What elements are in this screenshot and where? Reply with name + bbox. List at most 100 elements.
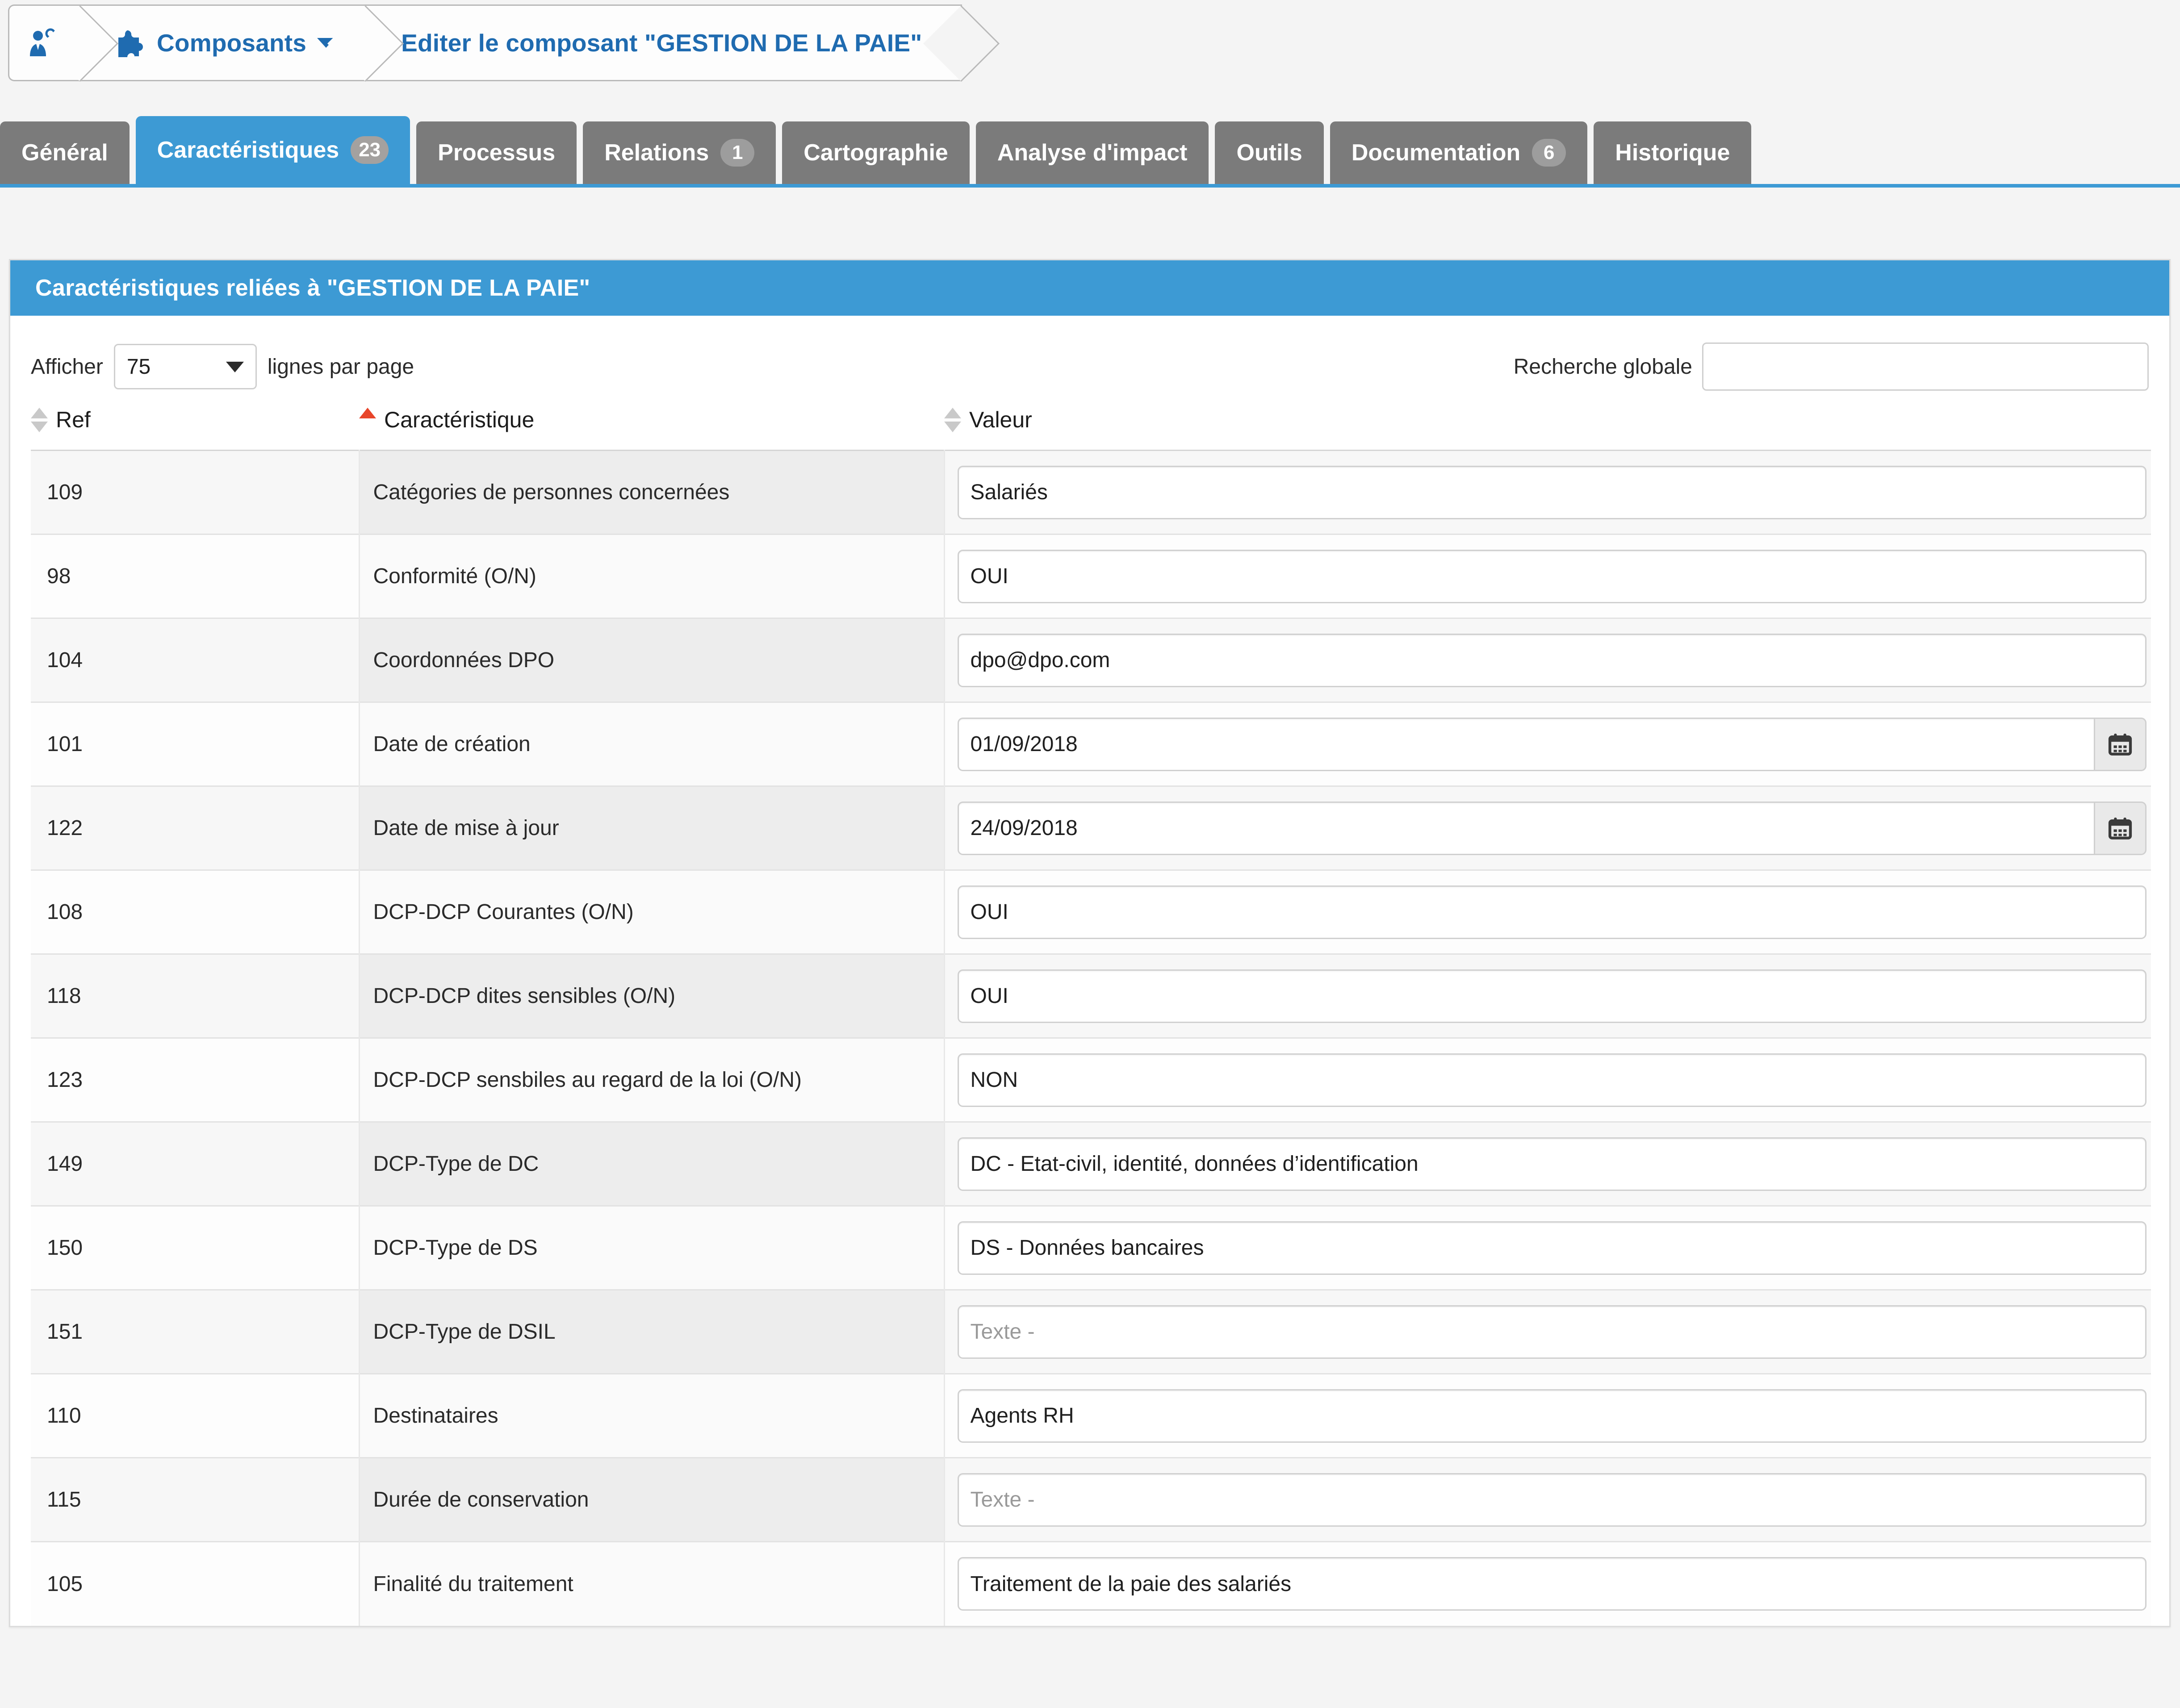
table-row: 109 Catégories de personnes concernées	[31, 450, 2151, 535]
table-row: 110 Destinataires	[31, 1373, 2151, 1458]
tab-label: Général	[21, 140, 108, 166]
value-input[interactable]	[957, 1305, 2147, 1359]
cell-value	[944, 1205, 2151, 1290]
cell-characteristic: Date de mise à jour	[359, 785, 945, 870]
calendar-icon[interactable]	[2094, 717, 2147, 771]
table-row: 149 DCP-Type de DC	[31, 1121, 2151, 1206]
tab-label: Cartographie	[803, 140, 948, 166]
cell-characteristic: Coordonnées DPO	[359, 618, 945, 702]
tab-cartographie[interactable]: Cartographie	[782, 121, 970, 184]
tab-label: Documentation	[1351, 140, 1521, 166]
cell-value	[944, 1289, 2151, 1374]
cell-ref: 150	[31, 1205, 360, 1290]
value-input[interactable]	[957, 633, 2147, 687]
table-head: Ref Caractéristique Valeur	[31, 400, 2151, 451]
tab-bar: Général Caractéristiques 23 Processus Re…	[0, 116, 2180, 188]
global-search-control: Recherche globale	[1514, 342, 2149, 391]
breadcrumb-item-label: Composants	[157, 29, 307, 57]
characteristics-panel: Caractéristiques reliées à "GESTION DE L…	[9, 259, 2171, 1627]
tab-outils[interactable]: Outils	[1215, 121, 1324, 184]
page-length-prefix-label: Afficher	[31, 355, 103, 379]
tab-analyse-impact[interactable]: Analyse d'impact	[975, 121, 1209, 184]
column-header-label: Valeur	[969, 407, 1032, 432]
table-row: 108 DCP-DCP Courantes (O/N)	[31, 869, 2151, 954]
table-row: 98 Conformité (O/N)	[31, 534, 2151, 618]
page-length-suffix-label: lignes par page	[267, 355, 414, 379]
sort-arrows-icon	[944, 407, 961, 432]
page-length-control: Afficher 75 lignes par page	[31, 344, 414, 389]
tab-relations[interactable]: Relations 1	[583, 121, 776, 184]
tab-label: Caractéristiques	[157, 137, 339, 163]
cell-value	[944, 534, 2151, 618]
value-input[interactable]	[957, 1557, 2147, 1611]
column-header-label: Ref	[56, 407, 91, 432]
column-header-ref[interactable]: Ref	[31, 400, 359, 451]
tab-processus[interactable]: Processus	[416, 121, 577, 184]
value-input[interactable]	[957, 1221, 2147, 1275]
date-input-group	[957, 801, 2147, 855]
sort-arrows-icon	[31, 407, 48, 432]
cell-ref: 98	[31, 534, 360, 618]
cell-value	[944, 618, 2151, 702]
page-title: Caractéristiques reliées à "GESTION DE L…	[35, 275, 590, 301]
table-row: 104 Coordonnées DPO	[31, 618, 2151, 702]
chevron-down-icon	[226, 362, 244, 372]
cell-ref: 108	[31, 869, 360, 954]
cell-value	[944, 1457, 2151, 1542]
cell-ref: 118	[31, 953, 360, 1038]
global-search-label: Recherche globale	[1513, 355, 1692, 379]
cell-characteristic: Durée de conservation	[359, 1457, 945, 1542]
table-row: 122 Date de mise à jour	[31, 785, 2151, 870]
column-header-value[interactable]: Valeur	[944, 400, 2151, 451]
cell-value	[944, 785, 2151, 870]
tab-label: Outils	[1236, 140, 1302, 166]
breadcrumb-current-label: Editer le composant "GESTION DE LA PAIE"	[401, 29, 922, 57]
tab-label: Analyse d'impact	[997, 140, 1188, 166]
panel-header: Caractéristiques reliées à "GESTION DE L…	[10, 260, 2169, 316]
value-input[interactable]	[957, 717, 2094, 771]
table-row: 123 DCP-DCP sensbiles au regard de la loi…	[31, 1037, 2151, 1122]
cell-ref: 122	[31, 785, 360, 870]
value-input[interactable]	[957, 885, 2147, 939]
cell-ref: 149	[31, 1121, 360, 1206]
cell-ref: 109	[31, 450, 360, 535]
sort-ascending-icon	[359, 407, 376, 432]
tab-general[interactable]: Général	[0, 121, 130, 184]
column-header-label: Caractéristique	[384, 407, 535, 432]
value-input[interactable]	[957, 969, 2147, 1023]
date-input-group	[957, 717, 2147, 771]
column-header-characteristic[interactable]: Caractéristique	[359, 400, 944, 451]
search-input[interactable]	[1702, 342, 2149, 391]
value-input[interactable]	[957, 1389, 2147, 1443]
table-header-row: Ref Caractéristique Valeur	[31, 400, 2151, 451]
breadcrumb: Composants Editer le composant "GESTION …	[8, 4, 1000, 82]
value-input[interactable]	[957, 1473, 2147, 1527]
value-input[interactable]	[957, 801, 2094, 855]
cell-value	[944, 1373, 2151, 1458]
tab-label: Historique	[1615, 140, 1730, 166]
value-input[interactable]	[957, 1053, 2147, 1107]
tab-caracteristiques[interactable]: Caractéristiques 23	[135, 116, 410, 184]
calendar-icon[interactable]	[2094, 801, 2147, 855]
table-row: 150 DCP-Type de DS	[31, 1205, 2151, 1290]
cell-value	[944, 702, 2151, 786]
tab-badge-count: 1	[720, 139, 755, 167]
tab-historique[interactable]: Historique	[1594, 121, 1752, 184]
table-body: 109Catégories de personnes concernées98C…	[31, 450, 2151, 1626]
value-input[interactable]	[957, 549, 2147, 603]
cell-characteristic: Finalité du traitement	[359, 1541, 945, 1626]
cell-ref: 110	[31, 1373, 360, 1458]
page-length-select[interactable]: 75	[113, 344, 257, 389]
tab-badge-count: 23	[351, 136, 389, 164]
cell-characteristic: DCP-DCP dites sensibles (O/N)	[359, 953, 945, 1038]
breadcrumb-item-current: Editer le composant "GESTION DE LA PAIE"	[327, 4, 1000, 82]
cell-characteristic: Destinataires	[359, 1373, 945, 1458]
table-toolbar: Afficher 75 lignes par page Recherche gl…	[31, 340, 2149, 393]
cell-value	[944, 953, 2151, 1038]
breadcrumb-item-composants[interactable]: Composants	[42, 4, 367, 82]
value-input[interactable]	[957, 1137, 2147, 1191]
tab-documentation[interactable]: Documentation 6	[1330, 121, 1588, 184]
cell-characteristic: DCP-Type de DSIL	[359, 1289, 945, 1374]
puzzle-piece-icon	[115, 29, 147, 57]
value-input[interactable]	[957, 465, 2147, 519]
